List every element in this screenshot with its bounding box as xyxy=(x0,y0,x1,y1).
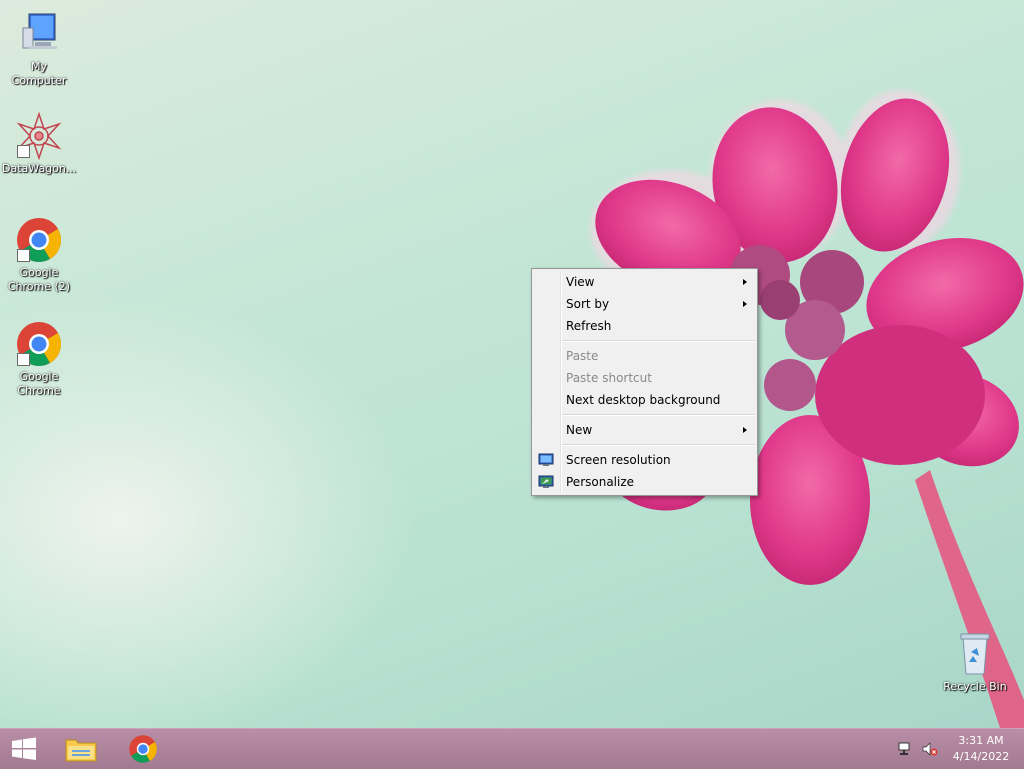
menu-item-personalize[interactable]: Personalize xyxy=(532,471,757,493)
menu-separator xyxy=(562,444,755,446)
system-clock[interactable]: 3:31 AM 4/14/2022 xyxy=(946,733,1016,765)
clock-time: 3:31 AM xyxy=(958,734,1004,747)
menu-item-label: Sort by xyxy=(566,297,610,311)
taskbar-chrome-button[interactable] xyxy=(116,729,170,769)
menu-item-label: Refresh xyxy=(566,319,612,333)
menu-item-paste-shortcut: Paste shortcut xyxy=(532,367,757,389)
clock-date: 4/14/2022 xyxy=(952,750,1010,763)
taskbar: 3:31 AM 4/14/2022 xyxy=(0,728,1024,769)
desktop-icon-label: Google Chrome (2) xyxy=(7,266,71,293)
menu-item-sort-by[interactable]: Sort by xyxy=(532,293,757,315)
submenu-arrow-icon xyxy=(743,301,747,307)
desktop-context-menu[interactable]: View Sort by Refresh Paste Paste shortcu… xyxy=(531,268,758,496)
screen-resolution-icon xyxy=(538,452,554,468)
recycle-bin-icon xyxy=(951,630,999,678)
menu-separator xyxy=(562,414,755,416)
desktop[interactable]: My Computer DataWagon... Google Chrome (… xyxy=(0,0,1024,728)
start-button[interactable] xyxy=(0,729,54,769)
desktop-icon-label: Recycle Bin xyxy=(943,680,1007,693)
menu-item-refresh[interactable]: Refresh xyxy=(532,315,757,337)
personalize-icon xyxy=(538,474,554,490)
menu-item-label: Screen resolution xyxy=(566,453,671,467)
menu-item-label: Next desktop background xyxy=(566,393,721,407)
menu-item-screen-resolution[interactable]: Screen resolution xyxy=(532,449,757,471)
submenu-arrow-icon xyxy=(743,427,747,433)
menu-separator xyxy=(562,340,755,342)
chrome-icon xyxy=(15,320,63,368)
submenu-arrow-icon xyxy=(743,279,747,285)
desktop-icon-label: My Computer xyxy=(11,60,67,87)
network-icon[interactable] xyxy=(898,741,914,757)
desktop-icon-my-computer[interactable]: My Computer xyxy=(0,10,78,88)
chrome-icon xyxy=(15,216,63,264)
menu-item-label: Paste xyxy=(566,349,599,363)
datawagon-icon xyxy=(15,111,63,161)
shortcut-arrow-icon xyxy=(17,249,30,262)
shortcut-arrow-icon xyxy=(17,145,30,158)
wallpaper-flower xyxy=(590,90,1024,728)
menu-item-label: Paste shortcut xyxy=(566,371,652,385)
menu-item-label: View xyxy=(566,275,595,289)
desktop-icon-google-chrome[interactable]: Google Chrome xyxy=(0,320,78,398)
chrome-icon xyxy=(129,735,157,763)
start-icon xyxy=(12,737,36,760)
desktop-icon-google-chrome-2[interactable]: Google Chrome (2) xyxy=(0,216,78,294)
computer-icon xyxy=(15,10,63,58)
volume-muted-icon[interactable] xyxy=(922,741,938,757)
file-explorer-icon xyxy=(65,739,97,762)
menu-item-new[interactable]: New xyxy=(532,419,757,441)
menu-item-label: Personalize xyxy=(566,475,635,489)
menu-item-label: New xyxy=(566,423,593,437)
menu-item-next-desktop-background[interactable]: Next desktop background xyxy=(532,389,757,411)
desktop-icon-label: Google Chrome xyxy=(17,370,61,397)
desktop-icon-recycle-bin[interactable]: Recycle Bin xyxy=(936,630,1014,694)
menu-item-view[interactable]: View xyxy=(532,271,757,293)
desktop-icon-datawagon[interactable]: DataWagon... xyxy=(0,111,78,176)
desktop-icon-label: DataWagon... xyxy=(2,162,77,175)
taskbar-file-explorer-button[interactable] xyxy=(54,729,108,769)
shortcut-arrow-icon xyxy=(17,353,30,366)
menu-item-paste: Paste xyxy=(532,345,757,367)
